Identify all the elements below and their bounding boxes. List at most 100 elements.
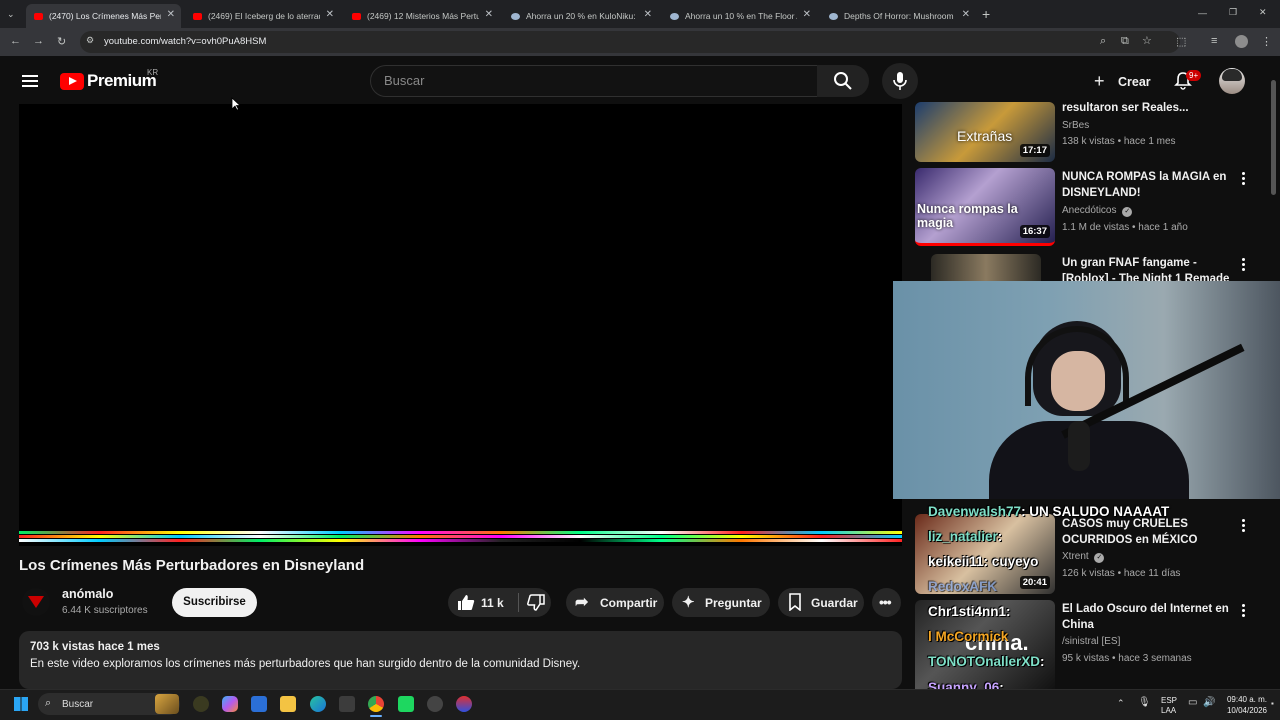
- dislike-button[interactable]: [519, 588, 551, 617]
- tray-chevron-icon[interactable]: ⌃: [1117, 698, 1125, 709]
- network-icon[interactable]: ▭: [1188, 697, 1197, 708]
- user-avatar[interactable]: [1219, 68, 1245, 94]
- tab-title: Ahorra un 20 % en KuloNiku: B: [526, 11, 638, 21]
- install-app-icon[interactable]: ⧉: [1121, 35, 1129, 48]
- browser-tab[interactable]: Ahorra un 20 % en KuloNiku: B ✕: [503, 4, 658, 28]
- browser-tab[interactable]: Depths Of Horror: Mushroom D ✕: [821, 4, 976, 28]
- create-button[interactable]: + Crear: [1088, 68, 1158, 96]
- recommendation-channel[interactable]: SrBes: [1062, 120, 1089, 131]
- extensions-icon[interactable]: ⬚: [1176, 35, 1186, 48]
- media-app-icon[interactable]: [456, 696, 472, 712]
- more-options-icon[interactable]: [1242, 263, 1245, 266]
- xbox-icon[interactable]: [339, 696, 355, 712]
- browser-tab[interactable]: (2469) 12 Misterios Más Perturb ✕: [344, 4, 499, 28]
- channel-label: Xtrent: [1062, 551, 1089, 562]
- share-button[interactable]: ➦ Compartir: [566, 588, 664, 617]
- language-code[interactable]: ESP: [1161, 696, 1177, 705]
- browser-tab[interactable]: Ahorra un 10 % en The Floor A ✕: [662, 4, 817, 28]
- back-icon[interactable]: ←: [10, 35, 21, 47]
- minimize-button[interactable]: —: [1198, 8, 1207, 18]
- close-tab-icon[interactable]: ✕: [644, 9, 652, 20]
- more-actions-button[interactable]: •••: [872, 588, 901, 617]
- ask-button[interactable]: ✦ Preguntar: [672, 588, 770, 617]
- chat-message: Chr1sti4nn1:: [928, 604, 1011, 619]
- tab-title: Depths Of Horror: Mushroom D: [844, 11, 956, 21]
- recommendation-meta: 138 k vistas • hace 1 mes: [1062, 136, 1176, 147]
- youtube-favicon-icon: [34, 12, 43, 20]
- clock-date[interactable]: 10/04/2026: [1225, 706, 1267, 715]
- edge-icon[interactable]: [310, 696, 326, 712]
- volume-icon[interactable]: 🔊: [1203, 697, 1215, 708]
- language-layout[interactable]: LAA: [1161, 706, 1176, 715]
- channel-name[interactable]: anómalo: [62, 587, 113, 601]
- close-tab-icon[interactable]: ✕: [803, 9, 811, 20]
- chrome-icon[interactable]: [368, 696, 384, 712]
- video-duration: 16:37: [1019, 225, 1050, 238]
- browser-tab[interactable]: (2469) El Iceberg de lo aterrado ✕: [185, 4, 340, 28]
- bookmark-icon: [789, 593, 801, 611]
- close-tab-icon[interactable]: ✕: [326, 9, 334, 20]
- bookmark-star-icon[interactable]: ☆: [1142, 34, 1152, 47]
- youtube-logo-icon[interactable]: [60, 73, 84, 90]
- recommendation-title[interactable]: Un gran FNAF fangame - [Roblox] - The Ni…: [1062, 255, 1232, 281]
- recommendation-channel[interactable]: /sinistral [ES]: [1062, 636, 1120, 647]
- zoom-icon[interactable]: ⌕: [1100, 35, 1106, 48]
- reload-icon[interactable]: ↻: [57, 35, 66, 48]
- profile-icon[interactable]: [1235, 35, 1248, 48]
- recommendation-thumbnail[interactable]: Nunca rompas la magia 16:37: [915, 168, 1055, 246]
- menu-icon[interactable]: [22, 75, 38, 77]
- widgets-icon[interactable]: [193, 696, 209, 712]
- obs-icon[interactable]: [398, 696, 414, 712]
- chrome-menu-icon[interactable]: ⋮: [1261, 35, 1272, 48]
- logo-text[interactable]: Premium: [87, 71, 157, 91]
- recommendation-title[interactable]: NUNCA ROMPAS la MAGIA en DISNEYLAND!: [1062, 169, 1232, 201]
- browser-tab[interactable]: (2470) Los Crímenes Más Pertu ✕: [26, 4, 181, 28]
- sparkle-icon: ✦: [682, 594, 695, 611]
- subscribe-button[interactable]: Suscribirse: [172, 588, 257, 617]
- page-scrollbar[interactable]: [1271, 80, 1276, 195]
- taskbar-search-icon: ⌕: [45, 697, 52, 709]
- like-count: 11 k: [481, 596, 504, 610]
- search-button[interactable]: [817, 65, 869, 97]
- url-text[interactable]: youtube.com/watch?v=ovh0PuA8HSM: [104, 36, 266, 47]
- file-explorer-icon[interactable]: [280, 696, 296, 712]
- more-options-icon[interactable]: [1242, 609, 1245, 612]
- close-tab-icon[interactable]: ✕: [167, 9, 175, 20]
- more-options-icon[interactable]: [1242, 524, 1245, 527]
- recording-app-icon[interactable]: [427, 696, 443, 712]
- new-tab-button[interactable]: +: [982, 6, 990, 22]
- recommendation-thumbnail[interactable]: [931, 254, 1041, 281]
- recommendation-thumbnail[interactable]: Extrañas 17:17: [915, 102, 1055, 162]
- tab-search-icon[interactable]: ⌄: [7, 9, 15, 20]
- recommendation-title[interactable]: CASOS muy CRUELES OCURRIDOS en MÉXICO: [1062, 516, 1232, 548]
- mouse-cursor-icon: [231, 97, 241, 111]
- video-player[interactable]: [19, 104, 902, 546]
- notification-center-icon[interactable]: ▪: [1271, 699, 1274, 708]
- save-button[interactable]: Guardar: [778, 588, 864, 617]
- close-tab-icon[interactable]: ✕: [485, 9, 493, 20]
- recommendation-title[interactable]: El Lado Oscuro del Internet en China: [1062, 601, 1232, 633]
- clock-time[interactable]: 09:40 a. m.: [1225, 695, 1267, 704]
- site-info-icon[interactable]: ⚙: [86, 35, 94, 46]
- store-icon[interactable]: [251, 696, 267, 712]
- close-tab-icon[interactable]: ✕: [962, 9, 970, 20]
- copilot-icon[interactable]: [222, 696, 238, 712]
- search-input[interactable]: [370, 65, 818, 97]
- windows-start-icon[interactable]: [14, 697, 28, 711]
- recommendation-title[interactable]: resultaron ser Reales...: [1062, 100, 1232, 116]
- forward-icon[interactable]: →: [33, 35, 44, 47]
- maximize-button[interactable]: ❐: [1229, 7, 1237, 18]
- tray-mic-icon[interactable]: 🎙: [1138, 697, 1151, 708]
- more-options-icon[interactable]: [1242, 177, 1245, 180]
- channel-avatar[interactable]: [22, 588, 50, 616]
- create-label: Crear: [1118, 75, 1151, 89]
- close-window-button[interactable]: ✕: [1259, 7, 1267, 18]
- reading-list-icon[interactable]: ≡: [1211, 35, 1217, 47]
- recommendation-channel[interactable]: Anecdóticos ✓: [1062, 205, 1133, 217]
- chat-message: keikeii11: cuyeyo: [928, 554, 1038, 569]
- recommendation-channel[interactable]: Xtrent ✓: [1062, 551, 1105, 563]
- voice-search-button[interactable]: [882, 63, 918, 99]
- like-button[interactable]: 11 k: [448, 588, 518, 617]
- verified-icon: ✓: [1094, 553, 1105, 563]
- plus-icon: +: [1094, 71, 1105, 91]
